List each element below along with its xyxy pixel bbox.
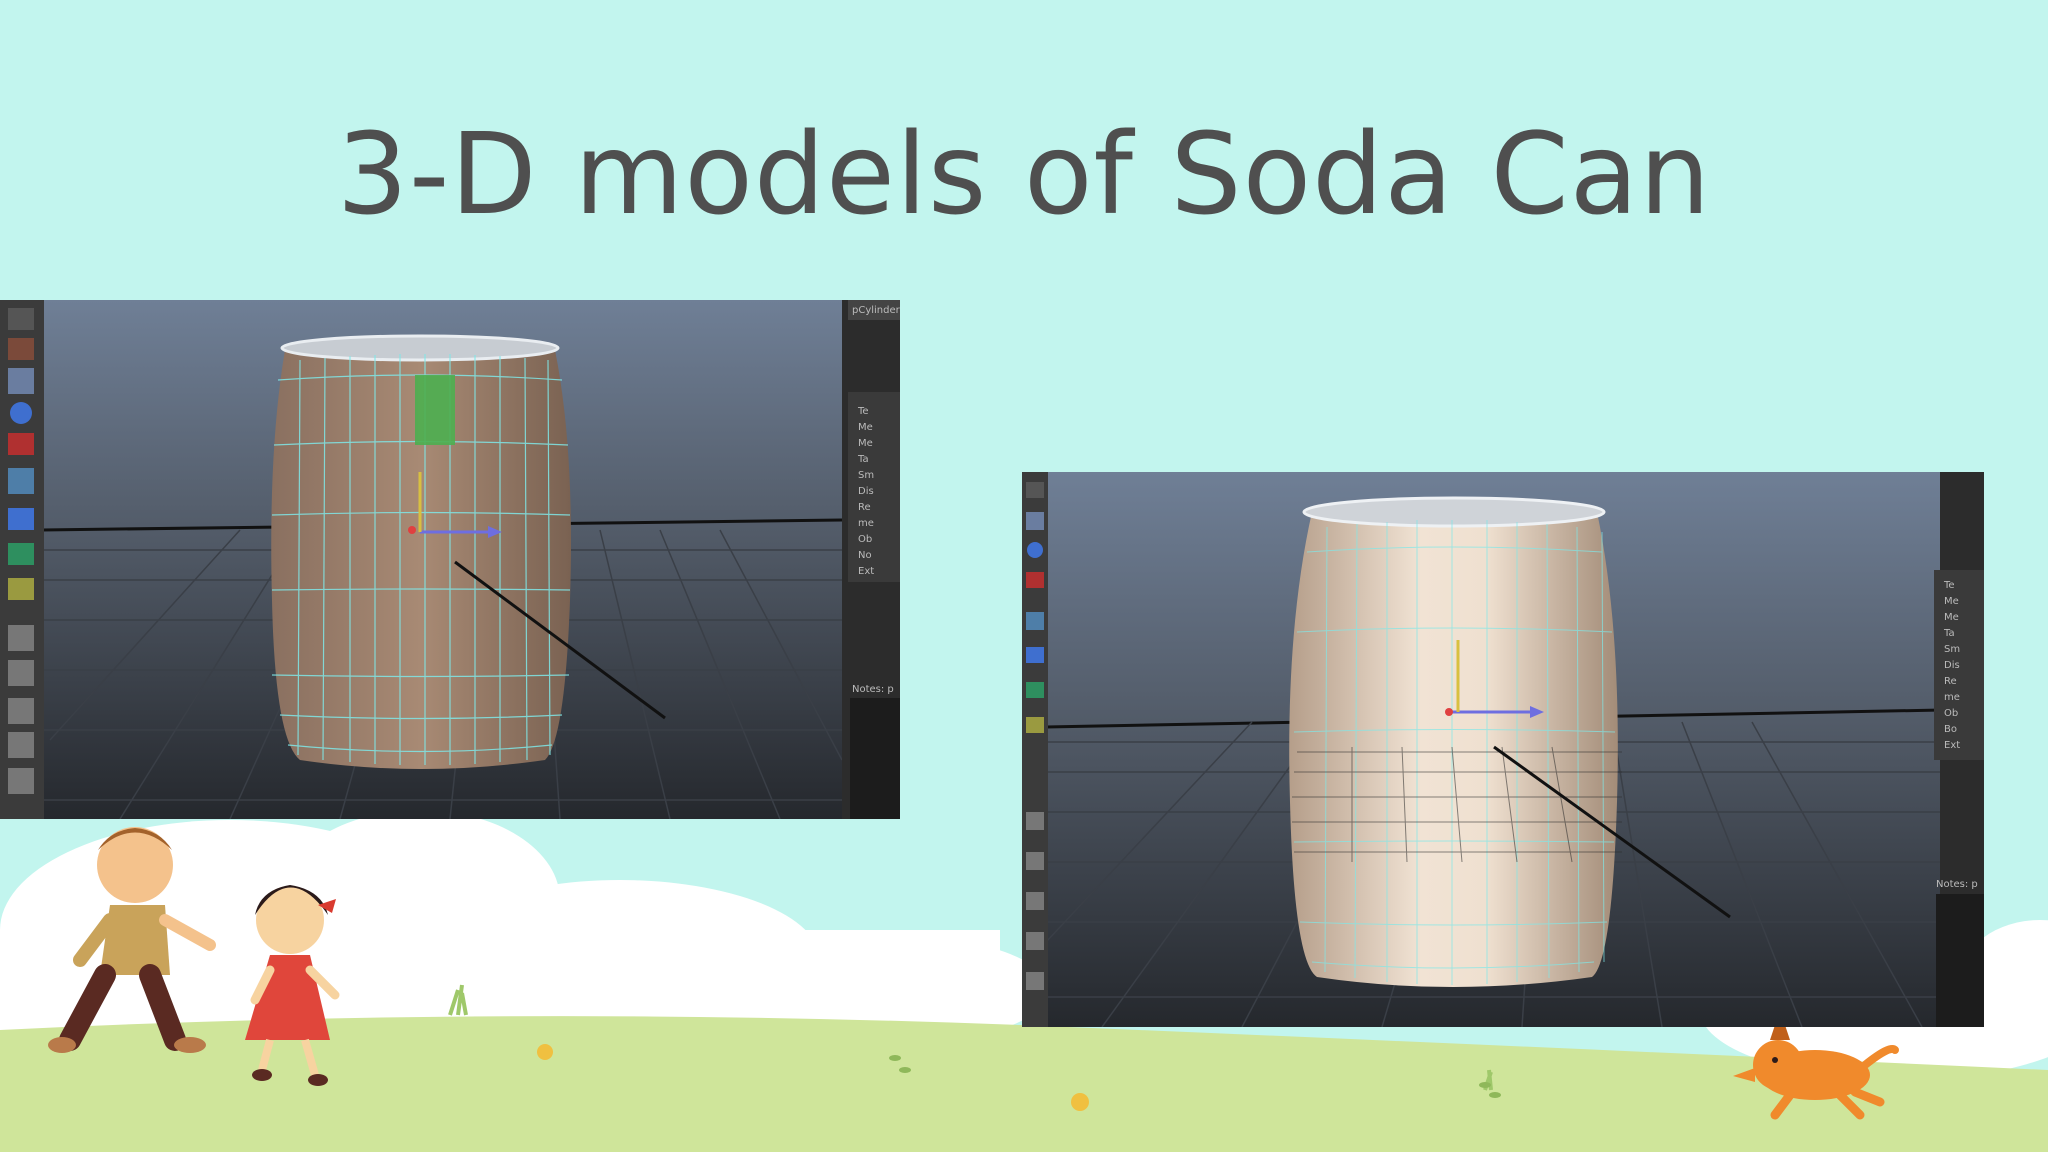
svg-text:Ta: Ta <box>1943 628 1955 639</box>
svg-text:Me: Me <box>1944 612 1959 623</box>
svg-text:me: me <box>1944 692 1960 703</box>
slide-title: 3-D models of Soda Can <box>336 110 1712 240</box>
svg-text:Re: Re <box>858 502 871 513</box>
svg-text:Re: Re <box>1944 676 1957 687</box>
left-screenshot-maya-viewport: pCylinder Te Me Me Ta Sm Dis Re me Ob No… <box>0 300 900 819</box>
attribute-header[interactable]: pCylinder <box>852 305 900 316</box>
svg-text:Me: Me <box>858 438 873 449</box>
soda-can-model-wireframe[interactable] <box>271 334 571 769</box>
svg-text:No: No <box>858 550 872 561</box>
svg-text:Dis: Dis <box>858 486 874 497</box>
svg-text:Me: Me <box>1944 596 1959 607</box>
right-screenshot-maya-viewport: Te Me Me Ta Sm Dis Re me Ob Bo Ext Notes… <box>1022 472 1984 1027</box>
svg-text:Dis: Dis <box>1944 660 1960 671</box>
svg-text:Ob: Ob <box>1944 708 1958 719</box>
notes-field[interactable] <box>850 698 900 819</box>
svg-text:Te: Te <box>857 406 869 417</box>
svg-text:Bo: Bo <box>1944 724 1957 735</box>
svg-text:Ext: Ext <box>858 566 874 577</box>
svg-text:Sm: Sm <box>858 470 874 481</box>
svg-text:Sm: Sm <box>1944 644 1960 655</box>
selected-face[interactable] <box>415 375 455 445</box>
svg-text:Ob: Ob <box>858 534 872 545</box>
svg-text:Ta: Ta <box>857 454 869 465</box>
svg-text:me: me <box>858 518 874 529</box>
svg-text:Ext: Ext <box>1944 740 1960 751</box>
svg-text:Me: Me <box>858 422 873 433</box>
notes-label: Notes: p <box>1936 879 1978 890</box>
svg-text:Te: Te <box>1943 580 1955 591</box>
tool-shelf-icons[interactable] <box>8 308 34 794</box>
notes-field[interactable] <box>1936 894 1984 1027</box>
soda-can-model-smooth[interactable] <box>1289 496 1622 987</box>
notes-label: Notes: p <box>852 684 894 695</box>
